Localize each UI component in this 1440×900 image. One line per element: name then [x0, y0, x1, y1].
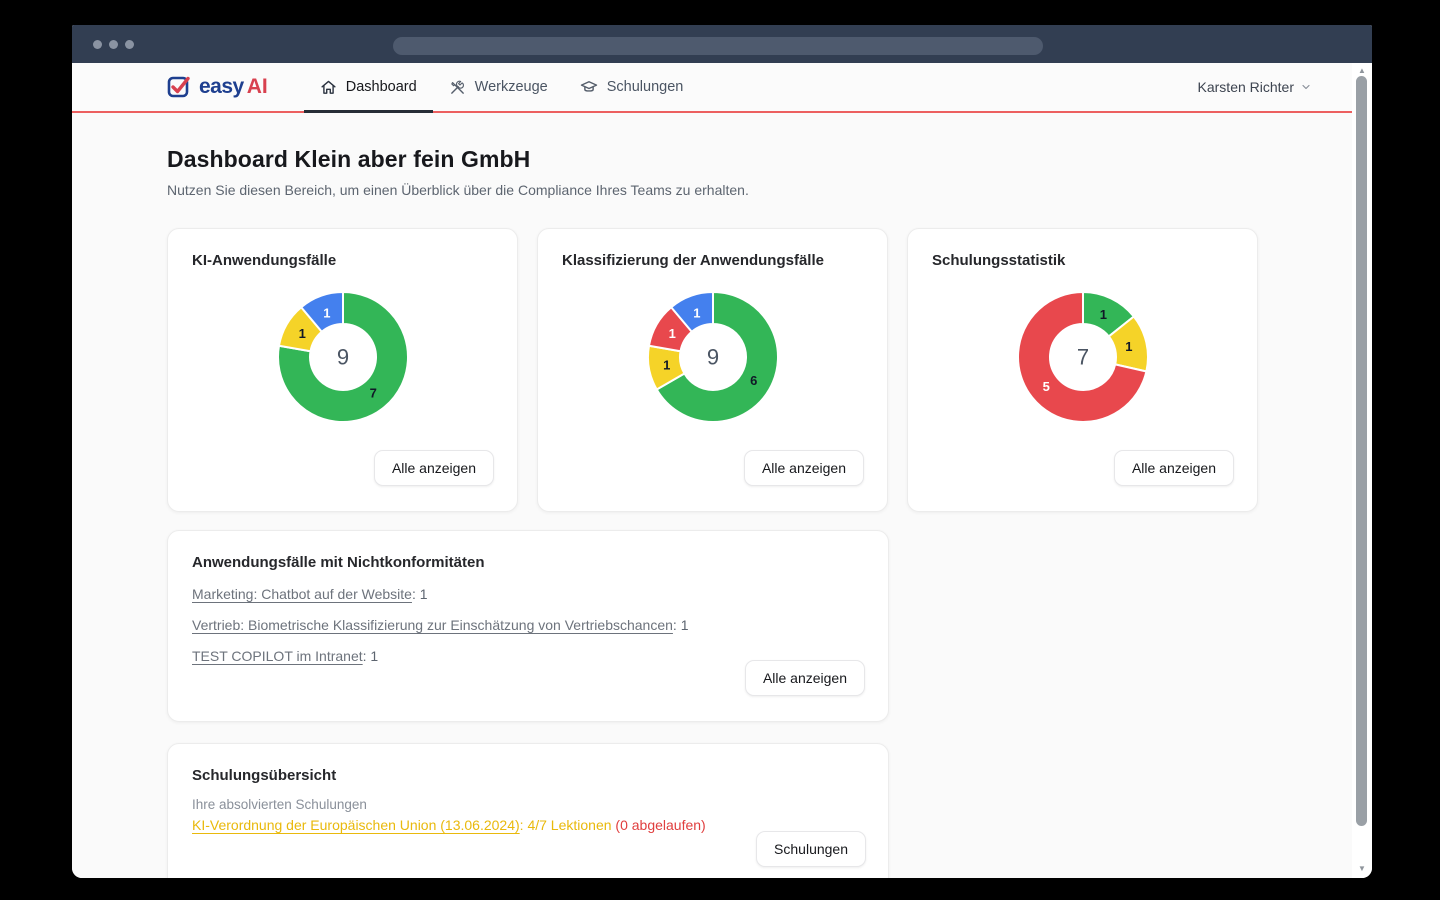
card-schulungsstatistik: Schulungsstatistik 1 1 5 7 Alle anzeigen: [907, 228, 1258, 512]
nonconformity-row: Vertrieb: Biometrische Klassifizierung z…: [192, 617, 864, 633]
home-icon: [320, 79, 337, 96]
nonconformity-link[interactable]: Marketing: Chatbot auf der Website: [192, 586, 412, 602]
nav-items: Dashboard Werkzeuge: [304, 63, 700, 111]
donut-segment-label: 1: [1099, 307, 1106, 322]
scroll-up-arrow-icon[interactable]: ▲: [1352, 66, 1372, 76]
top-navbar: easyAI Dashboard: [72, 63, 1352, 113]
nav-item-label: Werkzeuge: [475, 79, 548, 95]
donut-segment-label: 6: [750, 373, 757, 388]
app-logo[interactable]: easyAI: [167, 74, 268, 100]
donut-total: 7: [1076, 345, 1088, 370]
chevron-down-icon: [1300, 81, 1312, 93]
card-title: Schulungsstatistik: [932, 252, 1233, 269]
donut-segment-label: 1: [323, 305, 330, 320]
donut-chart-ki-anwendungsfaelle: 7 1 1 9: [276, 290, 410, 424]
logo-checkbox-icon: [167, 74, 193, 100]
donut-segment-label: 1: [693, 305, 700, 320]
page-viewport: easyAI Dashboard: [72, 63, 1352, 878]
logo-word-easy: easy: [199, 75, 244, 98]
card-title: Klassifizierung der Anwendungsfälle: [562, 252, 863, 269]
alle-anzeigen-button[interactable]: Alle anzeigen: [745, 660, 865, 696]
scrollbar: ▲ ▼: [1352, 63, 1372, 878]
donut-card-row: KI-Anwendungsfälle 7 1 1 9 Alle anzeigen Kl…: [167, 228, 1260, 512]
card-title: KI-Anwendungsfälle: [192, 252, 493, 269]
card-schulungsuebersicht: Schulungsübersicht Ihre absolvierten Sch…: [167, 743, 889, 878]
nonconformity-count: : 1: [412, 586, 428, 602]
logo-word-ai: AI: [247, 75, 268, 98]
browser-titlebar: [72, 25, 1372, 63]
tools-icon: [449, 79, 466, 96]
alle-anzeigen-button[interactable]: Alle anzeigen: [374, 450, 494, 486]
nonconformity-row: Marketing: Chatbot auf der Website: 1: [192, 586, 864, 602]
card-title: Anwendungsfälle mit Nichtkonformitäten: [192, 554, 864, 571]
nonconformity-link[interactable]: Vertrieb: Biometrische Klassifizierung z…: [192, 617, 673, 633]
page-title: Dashboard Klein aber fein GmbH: [167, 146, 1260, 173]
donut-segment-label: 1: [668, 326, 675, 341]
nonconformity-count: : 1: [363, 648, 379, 664]
nav-item-schulungen[interactable]: Schulungen: [564, 63, 700, 111]
donut-segment-label: 1: [1125, 339, 1132, 354]
nav-item-dashboard[interactable]: Dashboard: [304, 63, 433, 111]
card-title: Schulungsübersicht: [192, 767, 864, 784]
donut-chart-schulungsstatistik: 1 1 5 7: [1016, 290, 1150, 424]
card-klassifizierung: Klassifizierung der Anwendungsfälle 6 1 1 1…: [537, 228, 888, 512]
nav-item-label: Dashboard: [346, 79, 417, 95]
browser-window: easyAI Dashboard: [72, 25, 1372, 878]
nonconformity-count: : 1: [673, 617, 689, 633]
trainings-subtitle: Ihre absolvierten Schulungen: [192, 797, 864, 812]
donut-segment-label: 1: [663, 358, 670, 373]
scroll-down-arrow-icon[interactable]: ▼: [1352, 864, 1372, 874]
page-subtitle: Nutzen Sie diesen Bereich, um einen Über…: [167, 182, 1260, 198]
nav-item-werkzeuge[interactable]: Werkzeuge: [433, 63, 564, 111]
screenshot-stage: easyAI Dashboard: [0, 0, 1440, 900]
alle-anzeigen-button[interactable]: Alle anzeigen: [1114, 450, 1234, 486]
donut-total: 9: [336, 345, 348, 370]
dashboard-main: Dashboard Klein aber fein GmbH Nutzen Si…: [72, 113, 1352, 878]
schulungen-button[interactable]: Schulungen: [756, 831, 866, 867]
graduation-cap-icon: [580, 78, 598, 96]
card-ki-anwendungsfaelle: KI-Anwendungsfälle 7 1 1 9 Alle anzeigen: [167, 228, 518, 512]
nonconformity-link[interactable]: TEST COPILOT im Intranet: [192, 648, 363, 664]
card-nichtkonformitaeten: Anwendungsfälle mit Nichtkonformitäten M…: [167, 530, 889, 722]
training-link[interactable]: KI-Verordnung der Europäischen Union (13…: [192, 817, 520, 833]
donut-segment-label: 7: [369, 386, 376, 401]
traffic-light-minimize[interactable]: [109, 40, 118, 49]
training-expired-badge: (0 abgelaufen): [612, 817, 706, 833]
donut-segment-label: 1: [298, 326, 305, 341]
donut-chart-klassifizierung: 6 1 1 1 9: [646, 290, 780, 424]
donut-total: 9: [706, 345, 718, 370]
alle-anzeigen-button[interactable]: Alle anzeigen: [744, 450, 864, 486]
address-bar[interactable]: [393, 37, 1043, 55]
nav-item-label: Schulungen: [607, 79, 684, 95]
user-name: Karsten Richter: [1198, 79, 1294, 95]
training-progress: : 4/7 Lektionen: [520, 817, 612, 833]
traffic-light-close[interactable]: [93, 40, 102, 49]
traffic-light-maximize[interactable]: [125, 40, 134, 49]
donut-segment-label: 5: [1042, 379, 1049, 394]
scrollbar-thumb[interactable]: [1356, 76, 1367, 826]
user-menu[interactable]: Karsten Richter: [1198, 79, 1320, 95]
